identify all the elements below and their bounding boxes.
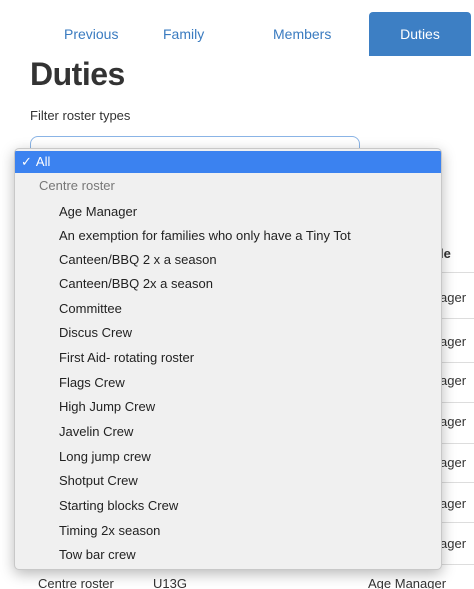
table-row[interactable]: Centre roster U13G Age Manager — [0, 576, 474, 589]
dropdown-option[interactable]: An exemption for families who only have … — [15, 224, 441, 248]
roster-type-dropdown: ✓ All Centre roster Age Manager An exemp… — [14, 148, 442, 570]
dropdown-option[interactable]: First Aid- rotating roster — [15, 346, 441, 370]
dropdown-option[interactable]: Starting blocks Crew — [15, 494, 441, 518]
tab-members[interactable]: Members — [273, 12, 331, 56]
tab-family[interactable]: Family — [163, 12, 204, 56]
page-title: Duties — [30, 56, 125, 92]
table-cell-role: ager — [440, 290, 467, 305]
dropdown-option[interactable]: Long jump crew — [15, 445, 441, 469]
dropdown-option-label: All — [35, 154, 51, 169]
tab-bar: Previous Family Members Duties — [0, 12, 474, 56]
table-cell-role: ager — [440, 414, 467, 429]
dropdown-option[interactable]: Age Manager — [15, 200, 441, 224]
table-cell-role: ager — [440, 334, 467, 349]
dropdown-option[interactable]: Canteen/BBQ 2x a season — [15, 272, 441, 296]
dropdown-option[interactable]: Timing 2x season — [15, 519, 441, 543]
dropdown-option[interactable]: Discus Crew — [15, 321, 441, 345]
dropdown-option[interactable]: Javelin Crew — [15, 420, 441, 444]
dropdown-option-all[interactable]: ✓ All — [15, 151, 441, 173]
tab-duties[interactable]: Duties — [369, 12, 471, 56]
checkmark-icon: ✓ — [21, 154, 32, 169]
dropdown-group-label: Centre roster — [39, 178, 115, 193]
table-cell-role: ager — [440, 455, 467, 470]
dropdown-option[interactable]: Canteen/BBQ 2 x a season — [15, 248, 441, 272]
table-cell-roster: Centre roster — [38, 576, 114, 589]
dropdown-option[interactable]: Tow bar crew — [15, 543, 441, 567]
table-cell-group: U13G — [153, 576, 187, 589]
dropdown-option[interactable]: Shotput Crew — [15, 469, 441, 493]
table-cell-role: ager — [440, 496, 467, 511]
table-cell-role: Age Manager — [368, 576, 447, 589]
table-cell-role: ager — [440, 373, 467, 388]
dropdown-option[interactable]: Flags Crew — [15, 371, 441, 395]
filter-label: Filter roster types — [30, 108, 131, 123]
tab-previous[interactable]: Previous — [64, 12, 118, 56]
duties-page: Previous Family Members Duties Duties Fi… — [0, 0, 474, 589]
dropdown-option[interactable]: Committee — [15, 297, 441, 321]
dropdown-option[interactable]: High Jump Crew — [15, 395, 441, 419]
table-cell-role: ager — [440, 536, 467, 551]
